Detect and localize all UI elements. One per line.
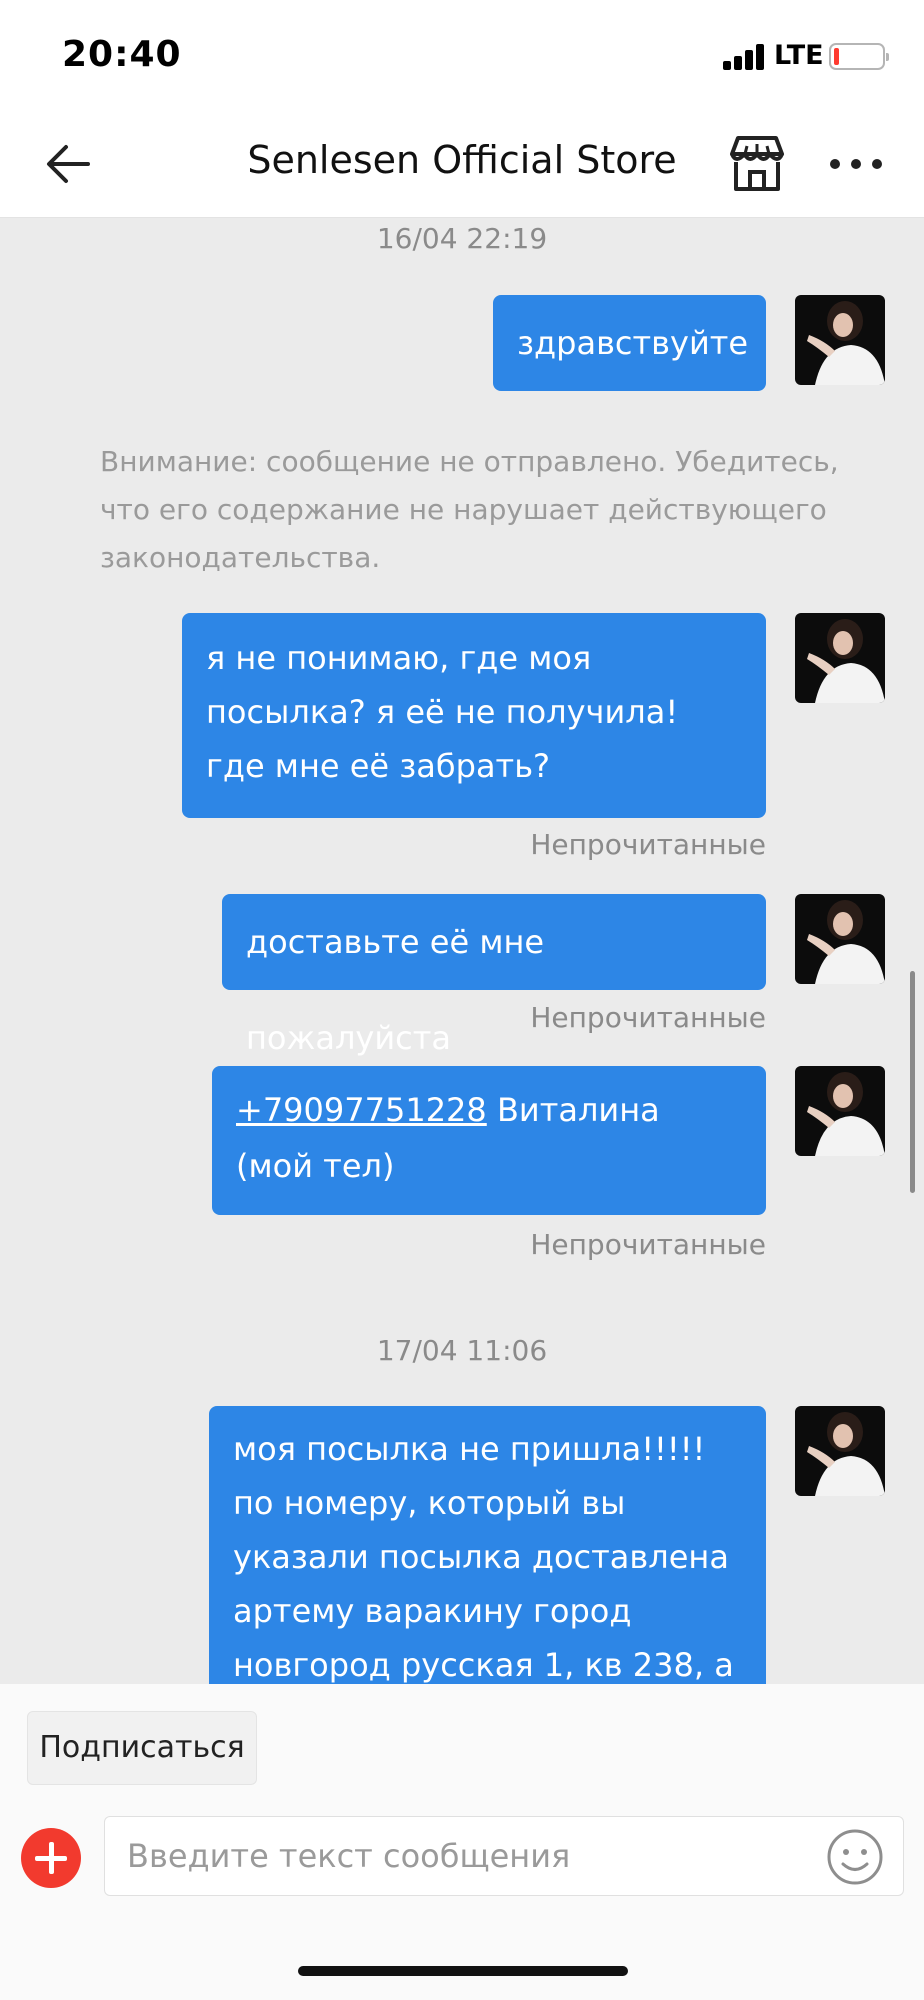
avatar[interactable] [795,894,885,984]
avatar-image [795,1066,885,1156]
avatar-image [795,894,885,984]
message-bubble[interactable]: +79097751228 Виталина (мой тел) [212,1066,766,1215]
avatar[interactable] [795,295,885,385]
message-bubble[interactable]: я не понимаю, где моя посылка? я её не п… [182,613,766,818]
emoji-button[interactable] [825,1827,885,1887]
home-indicator[interactable] [298,1966,628,1976]
more-dots-icon [830,159,882,169]
more-button[interactable] [826,136,886,192]
read-status: Непрочитанные [530,828,766,861]
avatar-image [795,1406,885,1496]
chat-screen: 20:40 LTE Senlesen Official Store 16/04 … [0,0,924,2000]
avatar-image [795,613,885,703]
store-button[interactable] [726,134,788,194]
read-status: Непрочитанные [530,1001,766,1034]
status-bar: 20:40 LTE [0,0,924,110]
smiley-icon [827,1829,883,1885]
read-status: Непрочитанные [530,1228,766,1261]
message-text: я не понимаю, где моя посылка? я её не п… [206,639,679,785]
arrow-left-icon [47,145,90,183]
nav-bar: Senlesen Official Store [0,110,924,218]
message-text: здравствуйте [517,324,749,362]
message-input[interactable] [127,1817,807,1895]
phone-link[interactable]: +79097751228 [236,1091,487,1129]
battery-level [834,48,839,65]
avatar[interactable] [795,1406,885,1496]
message-bubble[interactable]: моя посылка не пришла!!!!!по номеру, кот… [209,1406,766,1684]
store-title: Senlesen Official Store [247,138,677,182]
avatar-image [795,295,885,385]
warning-message: Внимание: сообщение не отправлено. Убеди… [100,445,839,574]
network-label: LTE [774,40,824,71]
composer: Подписаться [0,1684,924,2000]
message-input-box[interactable] [104,1816,904,1896]
message-list[interactable]: 16/04 22:19 здравствуйте Внимание: сообщ… [0,218,924,1684]
add-attachment-button[interactable] [21,1828,81,1888]
message-text: +79097751228 Виталина (мой тел) [236,1082,742,1194]
back-button[interactable] [40,136,96,192]
status-time: 20:40 [62,34,182,75]
avatar[interactable] [795,613,885,703]
timestamp: 16/04 22:19 [376,222,548,255]
subscribe-button[interactable]: Подписаться [27,1711,257,1785]
message-bubble[interactable]: здравствуйте [493,295,766,391]
battery-icon [829,43,889,70]
timestamp: 17/04 11:06 [376,1334,548,1367]
storefront-icon [730,136,784,191]
message-bubble[interactable]: доставьте её мне пожалуйста [222,894,766,1057]
message-text: доставьте её мне пожалуйста [246,923,545,1057]
avatar[interactable] [795,1066,885,1156]
message-text: моя посылка не пришла!!!!!по номеру, кот… [233,1430,734,1684]
scrollbar[interactable] [910,971,915,1193]
signal-icon [723,44,767,70]
